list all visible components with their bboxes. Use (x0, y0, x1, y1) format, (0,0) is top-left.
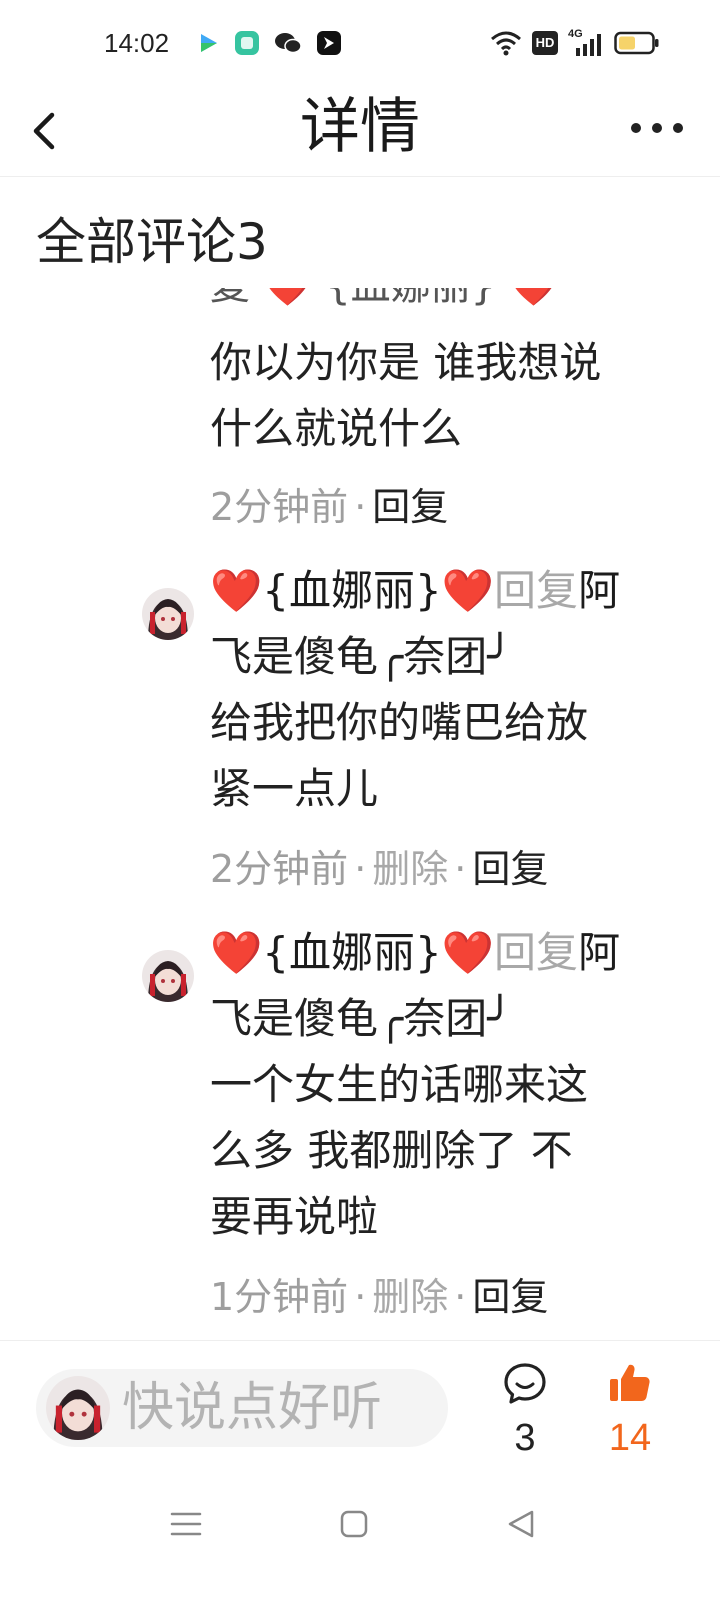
comment-meta: 2分钟前 · 回复 (210, 482, 448, 532)
comment-text-line: 要再说啦 (210, 1192, 379, 1241)
back-button[interactable] (22, 102, 70, 154)
menu-button[interactable] (156, 1500, 216, 1548)
comment-count: 3 (514, 1417, 536, 1459)
avatar[interactable] (142, 588, 194, 640)
hd-label: HD (535, 35, 555, 50)
reply-item: ❤️{血娜丽}❤️回复阿 飞是傻龟╭奈团╯ 一个女生的话哪来这 么多 我都删除了… (210, 920, 680, 1250)
delete-button[interactable]: 删除 (372, 1275, 448, 1319)
reply-item: 你以为你是 谁我想说 什么就说什么 (210, 330, 680, 462)
comment-author[interactable]: ❤️{血娜丽}❤️ (210, 566, 494, 615)
reply-button[interactable]: 回复 (372, 485, 448, 529)
wifi-icon (491, 31, 521, 56)
system-nav-bar (0, 1480, 720, 1600)
feishu-icon (317, 31, 341, 55)
meta-separator: · (354, 1275, 367, 1319)
status-system-icons: HD 4G (490, 28, 660, 56)
clipped-reply-header: 复 ❤️ {血娜丽} ❤️ (210, 288, 559, 314)
reply-target[interactable]: 阿 (578, 928, 620, 977)
my-avatar (46, 1376, 110, 1440)
more-dots-icon (631, 123, 683, 133)
green-app-icon (235, 31, 259, 55)
avatar[interactable] (142, 950, 194, 1002)
meta-separator: · (354, 847, 367, 891)
comment-text-line: 么多 我都删除了 不 (210, 1126, 573, 1175)
back-nav-button[interactable] (492, 1500, 552, 1548)
comment-input-placeholder: 快说点好听 (122, 1378, 383, 1438)
reply-target[interactable]: 阿 (578, 566, 620, 615)
comment-text: 你以为你是 谁我想说 什么就说什么 (210, 330, 680, 462)
comment-bubble-icon (504, 1363, 546, 1404)
comment-count-button[interactable]: 3 (490, 1357, 560, 1467)
meta-separator: · (354, 485, 367, 529)
menu-icon (170, 1512, 202, 1536)
comment-meta: 1分钟前 · 删除 · 回复 (210, 1272, 548, 1322)
comment-meta: 2分钟前 · 删除 · 回复 (210, 844, 548, 894)
comment-time: 1分钟前 (210, 1275, 349, 1319)
meta-separator: · (454, 1275, 467, 1319)
anime-girl-avatar-icon (46, 1376, 110, 1440)
comment-text: 一个女生的话哪来这 么多 我都删除了 不 要再说啦 (210, 1052, 680, 1250)
anime-girl-avatar-icon (142, 588, 194, 640)
bottom-action-bar: 快说点好听 3 14 (0, 1340, 720, 1471)
comment-time: 2分钟前 (210, 847, 349, 891)
wechat-icon (275, 33, 302, 54)
hd-icon: HD (532, 31, 558, 55)
like-button[interactable]: 14 (592, 1357, 668, 1467)
reply-target-line[interactable]: 飞是傻龟╭奈团╯ (210, 986, 680, 1052)
comment-time: 2分钟前 (210, 485, 349, 529)
back-triangle-icon (508, 1510, 534, 1538)
reply-target-line[interactable]: 飞是傻龟╭奈团╯ (210, 624, 680, 690)
status-bar: 14:02 HD 4G (0, 0, 720, 88)
chevron-left-icon (33, 112, 55, 150)
title-bar: 详情 (0, 88, 720, 177)
delete-button[interactable]: 删除 (372, 847, 448, 891)
reply-header: ❤️{血娜丽}❤️回复阿 (210, 920, 680, 986)
reply-button[interactable]: 回复 (472, 1275, 548, 1319)
meta-separator: · (454, 847, 467, 891)
thumbs-up-icon (610, 1364, 650, 1401)
battery-icon (614, 31, 659, 55)
anime-girl-avatar-icon (142, 950, 194, 1002)
reply-button[interactable]: 回复 (472, 847, 548, 891)
like-count: 14 (608, 1417, 652, 1459)
page-title: 详情 (300, 92, 420, 162)
comment-input[interactable]: 快说点好听 (36, 1369, 448, 1447)
comment-text-line: 你以为你是 谁我想说 (210, 338, 602, 387)
signal-4g-icon: 4G (568, 28, 604, 56)
comment-text-line: 一个女生的话哪来这 (210, 1060, 589, 1109)
comment-text-line: 给我把你的嘴巴给放 (210, 698, 589, 747)
status-time: 14:02 (104, 28, 170, 58)
status-app-icons (196, 30, 342, 56)
comment-text-line: 紧一点儿 (210, 764, 379, 813)
reply-item: ❤️{血娜丽}❤️回复阿 飞是傻龟╭奈团╯ 给我把你的嘴巴给放 紧一点儿 (210, 558, 680, 822)
reply-keyword: 回复 (494, 928, 579, 977)
reply-header: ❤️{血娜丽}❤️回复阿 (210, 558, 680, 624)
reply-keyword: 回复 (494, 566, 579, 615)
section-title: 全部评论3 (36, 213, 268, 271)
comment-list[interactable]: 复 ❤️ {血娜丽} ❤️ 你以为你是 谁我想说 什么就说什么 2分钟前·回复 … (0, 288, 720, 1338)
home-square-icon (340, 1510, 368, 1538)
home-button[interactable] (324, 1500, 384, 1548)
comment-author[interactable]: ❤️{血娜丽}❤️ (210, 928, 494, 977)
more-button[interactable] (622, 110, 692, 146)
comment-text: 给我把你的嘴巴给放 紧一点儿 (210, 690, 680, 822)
comment-text-line: 什么就说什么 (210, 404, 463, 453)
video-app-icon (201, 34, 217, 52)
